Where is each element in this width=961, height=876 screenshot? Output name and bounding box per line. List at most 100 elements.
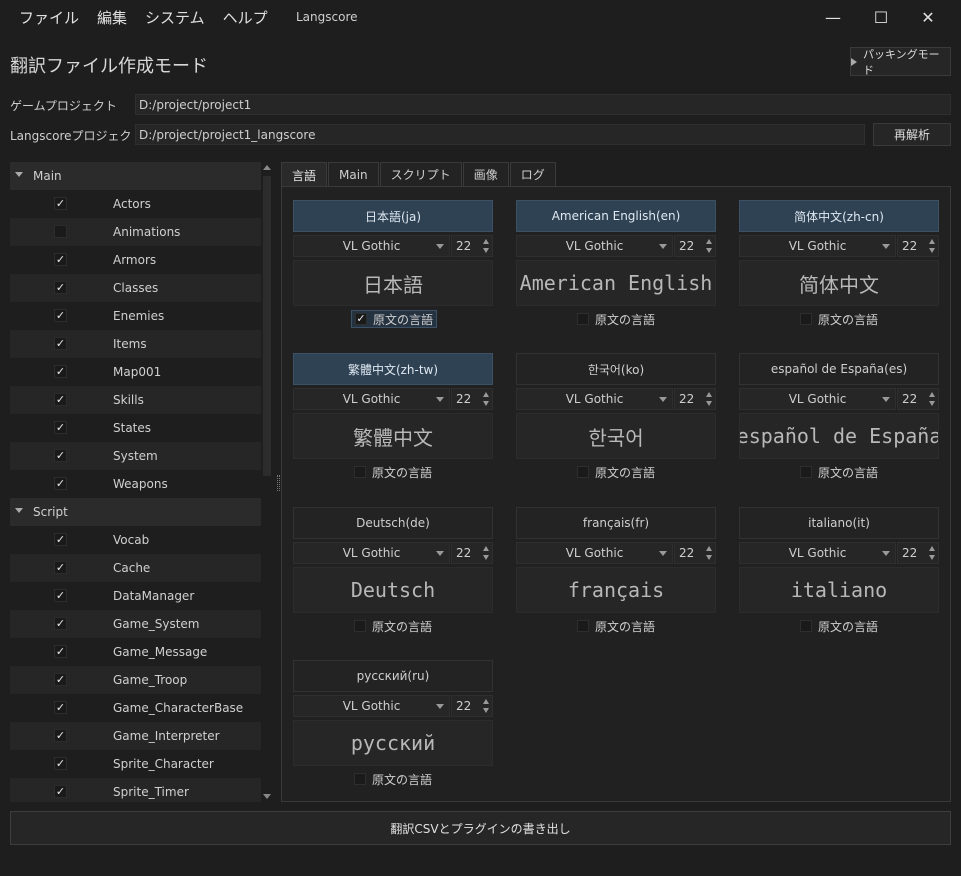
dropdown-button[interactable] <box>654 389 672 409</box>
spin-down-icon[interactable] <box>929 401 935 406</box>
tree-item-checkbox[interactable]: ✓ <box>54 449 67 462</box>
tree-item-checkbox[interactable]: ✓ <box>54 365 67 378</box>
tree-item[interactable]: ✓ Skills <box>10 386 261 414</box>
font-size-spinbox[interactable]: 22 <box>451 235 493 257</box>
font-select[interactable]: VL Gothic <box>293 388 450 410</box>
spin-up-icon[interactable] <box>483 546 489 551</box>
tab-item[interactable]: 画像 <box>462 162 509 186</box>
maximize-button[interactable]: ☐ <box>858 0 904 34</box>
tree-item[interactable]: ✓ Game_Troop <box>10 666 261 694</box>
tree-item[interactable]: ✓ Cache <box>10 554 261 582</box>
language-toggle-button[interactable]: italiano(it) <box>739 507 939 539</box>
spin-down-icon[interactable] <box>706 248 712 253</box>
tree-item-checkbox[interactable]: ✓ <box>54 617 67 630</box>
tree-item[interactable]: ✓ Map001 <box>10 358 261 386</box>
checkbox-box[interactable] <box>577 620 589 632</box>
font-size-spinbox[interactable]: 22 <box>451 542 493 564</box>
menu-system[interactable]: システム <box>136 7 214 28</box>
dropdown-button[interactable] <box>877 236 895 256</box>
language-toggle-button[interactable]: español de España(es) <box>739 353 939 385</box>
spin-down-icon[interactable] <box>706 401 712 406</box>
tree-item[interactable]: ✓ Classes <box>10 274 261 302</box>
original-language-checkbox[interactable]: 原文の言語 <box>574 617 658 635</box>
checkbox-box[interactable] <box>577 466 589 478</box>
checkbox-box[interactable] <box>577 313 589 325</box>
tree-item[interactable]: ✓ DataManager <box>10 582 261 610</box>
menu-edit[interactable]: 編集 <box>88 7 136 28</box>
original-language-checkbox[interactable]: 原文の言語 <box>351 463 435 481</box>
file-tree[interactable]: Main ✓ Actors Animations ✓ Armors ✓ Classes ✓ Ene… <box>10 162 261 802</box>
tree-item[interactable]: ✓ Game_Interpreter <box>10 722 261 750</box>
spin-down-icon[interactable] <box>483 248 489 253</box>
font-size-spinbox[interactable]: 22 <box>674 542 716 564</box>
spin-up-icon[interactable] <box>483 239 489 244</box>
reanalyze-button[interactable]: 再解析 <box>873 123 951 146</box>
spin-up-icon[interactable] <box>483 699 489 704</box>
tree-item[interactable]: ✓ Actors <box>10 190 261 218</box>
tree-item[interactable]: ✓ Sprite_Timer <box>10 778 261 802</box>
dropdown-button[interactable] <box>877 389 895 409</box>
dropdown-button[interactable] <box>431 696 449 716</box>
tab-item[interactable]: スクリプト <box>379 162 462 186</box>
tree-item[interactable]: ✓ Game_CharacterBase <box>10 694 261 722</box>
checkbox-box[interactable]: ✓ <box>355 313 367 325</box>
tree-item-checkbox[interactable]: ✓ <box>54 421 67 434</box>
tree-item-checkbox[interactable]: ✓ <box>54 757 67 770</box>
tree-item-checkbox[interactable]: ✓ <box>54 589 67 602</box>
language-toggle-button[interactable]: 简体中文(zh-cn) <box>739 200 939 232</box>
font-select[interactable]: VL Gothic <box>516 235 673 257</box>
language-toggle-button[interactable]: 繁體中文(zh-tw) <box>293 353 493 385</box>
tree-item-checkbox[interactable]: ✓ <box>54 785 67 798</box>
spin-up-icon[interactable] <box>706 239 712 244</box>
tree-item-checkbox[interactable]: ✓ <box>54 673 67 686</box>
checkbox-box[interactable] <box>354 620 366 632</box>
font-select[interactable]: VL Gothic <box>516 388 673 410</box>
splitter-handle[interactable] <box>277 475 280 491</box>
tree-category[interactable]: Script <box>10 498 261 526</box>
dropdown-button[interactable] <box>431 543 449 563</box>
original-language-checkbox[interactable]: 原文の言語 <box>351 770 435 788</box>
font-size-spinbox[interactable]: 22 <box>897 235 939 257</box>
tree-item[interactable]: ✓ Enemies <box>10 302 261 330</box>
tree-item-checkbox[interactable]: ✓ <box>54 477 67 490</box>
langscore-project-path[interactable]: D:/project/project1_langscore <box>135 124 865 145</box>
font-select[interactable]: VL Gothic <box>293 542 450 564</box>
tree-item-checkbox[interactable]: ✓ <box>54 197 67 210</box>
spin-down-icon[interactable] <box>929 555 935 560</box>
tree-item-checkbox[interactable]: ✓ <box>54 337 67 350</box>
checkbox-box[interactable] <box>354 466 366 478</box>
tree-item[interactable]: Animations <box>10 218 261 246</box>
spin-down-icon[interactable] <box>483 555 489 560</box>
tree-item[interactable]: ✓ Weapons <box>10 470 261 498</box>
tab-item[interactable]: 言語 <box>281 162 328 187</box>
language-toggle-button[interactable]: Deutsch(de) <box>293 507 493 539</box>
language-toggle-button[interactable]: русский(ru) <box>293 660 493 692</box>
spin-up-icon[interactable] <box>929 392 935 397</box>
dropdown-button[interactable] <box>431 389 449 409</box>
spin-up-icon[interactable] <box>929 239 935 244</box>
menu-file[interactable]: ファイル <box>10 7 88 28</box>
tree-item[interactable]: ✓ States <box>10 414 261 442</box>
tree-item-checkbox[interactable]: ✓ <box>54 533 67 546</box>
tree-item[interactable]: ✓ Sprite_Character <box>10 750 261 778</box>
tree-item-checkbox[interactable]: ✓ <box>54 253 67 266</box>
original-language-checkbox[interactable]: 原文の言語 <box>797 310 881 328</box>
font-size-spinbox[interactable]: 22 <box>897 388 939 410</box>
tree-item[interactable]: ✓ Armors <box>10 246 261 274</box>
font-select[interactable]: VL Gothic <box>739 542 896 564</box>
tree-item[interactable]: ✓ System <box>10 442 261 470</box>
spin-down-icon[interactable] <box>483 708 489 713</box>
close-button[interactable]: ✕ <box>905 0 951 34</box>
tree-item-checkbox[interactable]: ✓ <box>54 701 67 714</box>
spin-up-icon[interactable] <box>706 392 712 397</box>
tree-item-checkbox[interactable]: ✓ <box>54 729 67 742</box>
tree-item-checkbox[interactable]: ✓ <box>54 309 67 322</box>
original-language-checkbox[interactable]: 原文の言語 <box>797 617 881 635</box>
language-toggle-button[interactable]: 한국어(ko) <box>516 353 716 385</box>
tree-item-checkbox[interactable] <box>54 225 67 238</box>
spin-down-icon[interactable] <box>706 555 712 560</box>
dropdown-button[interactable] <box>431 236 449 256</box>
minimize-button[interactable]: — <box>810 0 856 34</box>
menu-help[interactable]: ヘルプ <box>214 7 277 28</box>
original-language-checkbox[interactable]: 原文の言語 <box>797 463 881 481</box>
